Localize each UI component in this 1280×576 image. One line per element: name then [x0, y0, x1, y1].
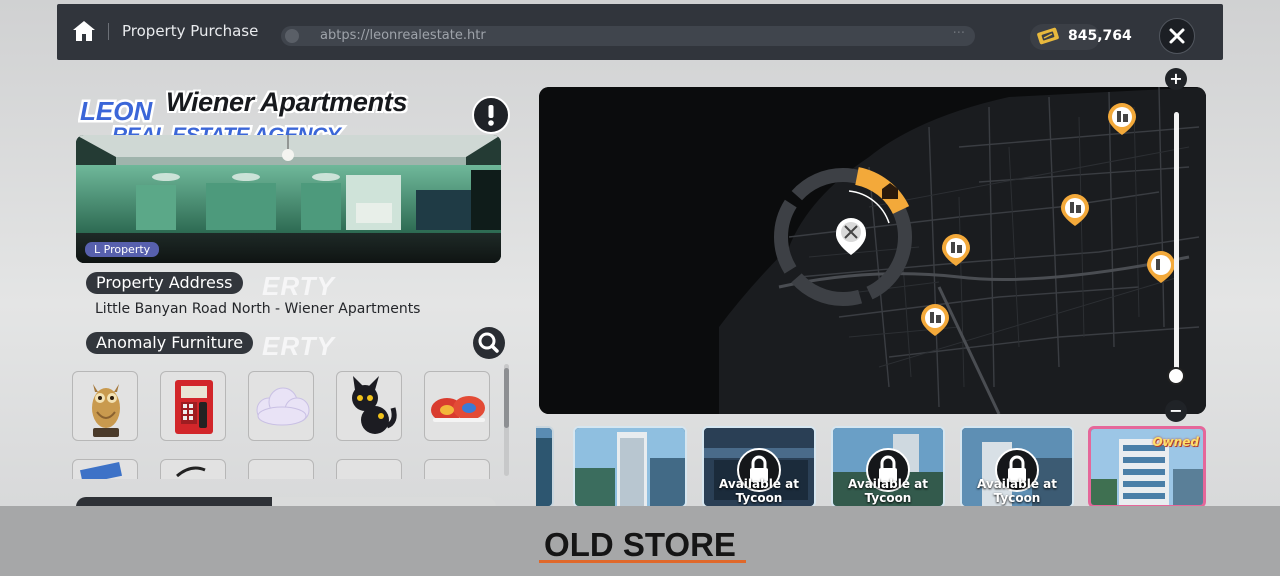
ticket-currency-icon	[1037, 27, 1059, 45]
availability-label: Available at Tycoon	[719, 477, 799, 505]
scrollbar-thumb[interactable]	[504, 368, 509, 428]
property-class-tag: L Property	[85, 242, 160, 257]
property-card[interactable]	[536, 426, 554, 506]
zoom-slider-track[interactable]	[1174, 112, 1179, 378]
property-address: Little Banyan Road North - Wiener Apartm…	[95, 301, 421, 317]
purchase-bar-left	[76, 497, 272, 506]
close-button[interactable]	[1159, 18, 1195, 54]
info-alert-button[interactable]	[472, 96, 510, 134]
url-text: abtps://leonrealestate.htr	[320, 28, 486, 43]
furniture-item-red-payphone[interactable]	[160, 371, 226, 441]
furniture-slot-empty	[248, 459, 314, 479]
furniture-scrollbar[interactable]	[504, 364, 509, 476]
city-map[interactable]	[539, 87, 1206, 414]
anomaly-furniture-label: Anomaly Furniture	[86, 332, 254, 354]
watermark-text: ERTY	[262, 331, 335, 361]
zoom-in-button[interactable]: +	[1165, 68, 1187, 90]
search-icon	[478, 332, 499, 353]
site-icon	[285, 29, 299, 43]
url-bar[interactable]: abtps://leonrealestate.htr ···	[281, 26, 975, 46]
property-card-locked[interactable]: Available at Tycoon	[831, 426, 945, 506]
zoom-slider-thumb[interactable]	[1167, 367, 1185, 385]
watermark-text: ERTY	[262, 271, 335, 301]
availability-label: Available at Tycoon	[848, 477, 928, 505]
furniture-item-red-sneakers[interactable]	[424, 371, 490, 441]
caption-underline	[539, 560, 746, 563]
game-screen: Property Purchase abtps://leonrealestate…	[0, 0, 1280, 506]
currency-value: 845,764	[1068, 28, 1132, 44]
property-card-owned-selected[interactable]: Owned	[1088, 426, 1206, 506]
furniture-item-cloud-cushion[interactable]	[248, 371, 314, 441]
furniture-item[interactable]	[160, 459, 226, 479]
svg-text:LEON: LEON	[80, 98, 153, 126]
furniture-item-black-cat-figure[interactable]	[336, 371, 402, 441]
property-card[interactable]	[573, 426, 687, 506]
caption-text: OLD STORE	[544, 526, 736, 563]
page-title: Property Purchase	[122, 22, 259, 40]
zoom-out-button[interactable]: −	[1165, 400, 1187, 422]
property-card-locked[interactable]: Available at Tycoon	[960, 426, 1074, 506]
property-address-label: Property Address	[86, 272, 243, 294]
owned-badge: Owned	[1152, 435, 1199, 449]
divider	[108, 23, 109, 40]
furniture-item-owl-statue[interactable]	[72, 371, 138, 441]
property-name: Wiener Apartments	[166, 87, 408, 117]
furniture-item[interactable]	[72, 459, 138, 479]
exclamation-icon	[488, 105, 494, 126]
furniture-slot-empty	[424, 459, 490, 479]
furniture-slot-empty	[336, 459, 402, 479]
availability-label: Available at Tycoon	[977, 477, 1057, 505]
home-icon[interactable]	[71, 19, 97, 43]
property-carousel: Available at Tycoon Available at Tycoon …	[536, 426, 1208, 506]
property-card-locked[interactable]: Available at Tycoon	[702, 426, 816, 506]
browser-top-bar: Property Purchase abtps://leonrealestate…	[57, 4, 1223, 60]
close-icon	[1169, 28, 1185, 44]
search-button[interactable]	[473, 327, 505, 359]
purchase-bar[interactable]	[76, 497, 496, 506]
furniture-grid	[71, 371, 496, 479]
url-more-icon[interactable]: ···	[953, 26, 965, 41]
